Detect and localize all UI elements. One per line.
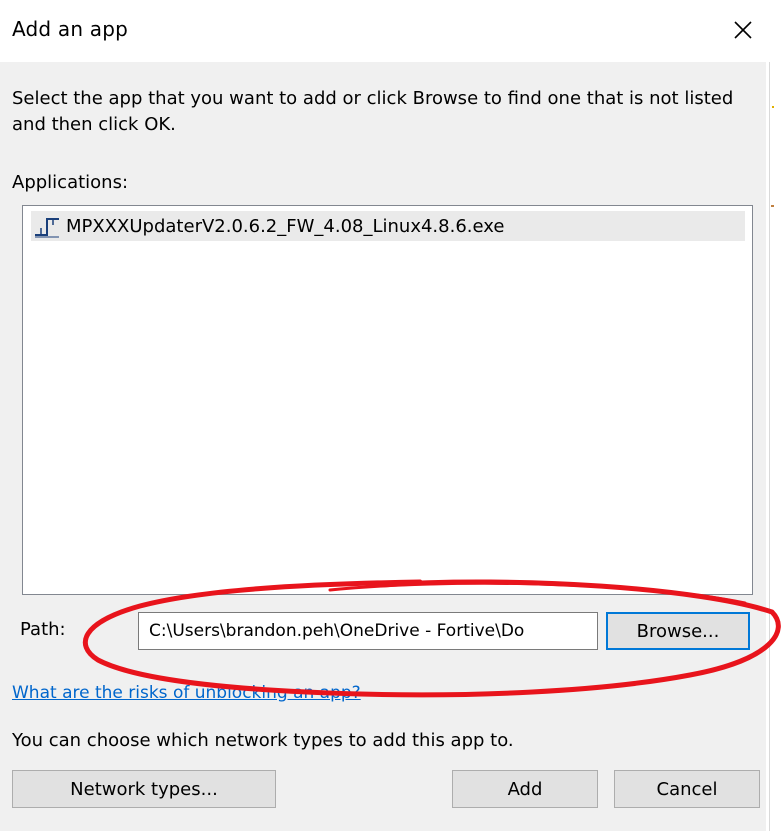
background-mark <box>772 106 774 108</box>
instructions-text: Select the app that you want to add or c… <box>12 88 734 135</box>
list-item[interactable]: MPXXXUpdaterV2.0.6.2_FW_4.08_Linux4.8.6.… <box>31 211 745 241</box>
path-input[interactable]: C:\Users\brandon.peh\OneDrive - Fortive\… <box>138 612 598 650</box>
app-name: MPXXXUpdaterV2.0.6.2_FW_4.08_Linux4.8.6.… <box>66 215 505 237</box>
close-icon <box>734 21 752 39</box>
dialog-title: Add an app <box>12 17 129 41</box>
window-edge-line <box>769 62 770 831</box>
network-types-note: You can choose which network types to ad… <box>12 730 514 751</box>
browse-button[interactable]: Browse... <box>606 612 750 650</box>
risks-link[interactable]: What are the risks of unblocking an app? <box>12 683 361 703</box>
background-mark <box>771 205 774 207</box>
path-value: C:\Users\brandon.peh\OneDrive - Fortive\… <box>149 621 525 641</box>
applications-list[interactable]: MPXXXUpdaterV2.0.6.2_FW_4.08_Linux4.8.6.… <box>22 205 753 595</box>
applications-label: Applications: <box>12 172 129 193</box>
app-exe-icon <box>31 211 65 241</box>
background-window-edge <box>766 0 782 831</box>
network-types-button[interactable]: Network types... <box>12 770 276 808</box>
add-button[interactable]: Add <box>452 770 598 808</box>
close-button[interactable] <box>720 8 766 52</box>
dialog-titlebar: Add an app <box>0 0 782 62</box>
cancel-button[interactable]: Cancel <box>614 770 760 808</box>
path-label: Path: <box>20 619 66 640</box>
